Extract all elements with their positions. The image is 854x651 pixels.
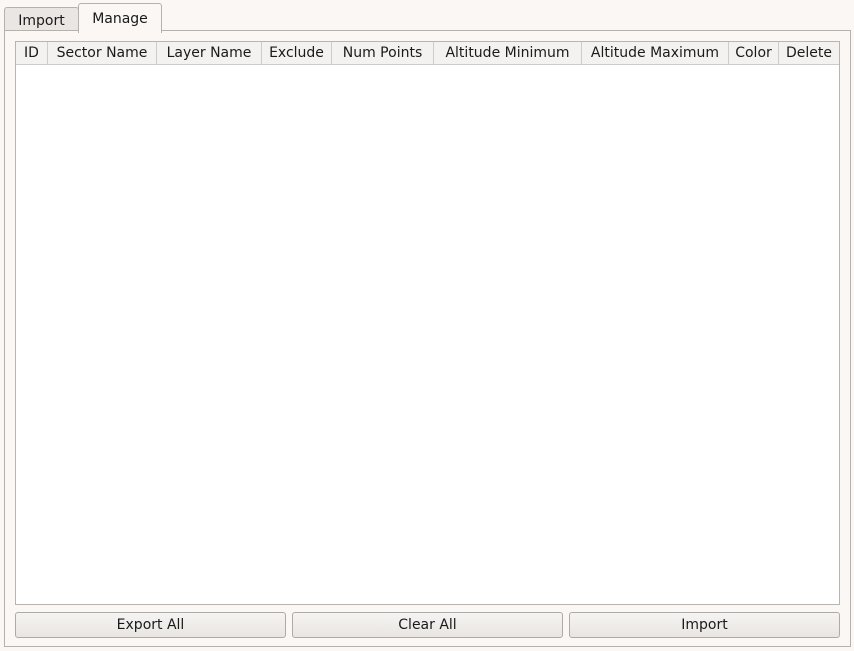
manage-panel: ID Sector Name Layer Name Exclude Num Po… (4, 30, 851, 647)
column-header-color[interactable]: Color (729, 42, 779, 64)
column-header-delete[interactable]: Delete (779, 42, 839, 64)
column-header-altitude-minimum[interactable]: Altitude Minimum (434, 42, 582, 64)
export-all-button[interactable]: Export All (15, 612, 286, 638)
manage-window: Import Manage ID Sector Name Layer Name … (0, 0, 854, 651)
table-header: ID Sector Name Layer Name Exclude Num Po… (16, 42, 839, 65)
column-header-altitude-maximum[interactable]: Altitude Maximum (582, 42, 729, 64)
tab-manage-label: Manage (92, 10, 148, 27)
tab-import-label: Import (18, 12, 65, 29)
column-header-exclude[interactable]: Exclude (262, 42, 332, 64)
column-header-num-points[interactable]: Num Points (332, 42, 434, 64)
import-button[interactable]: Import (569, 612, 840, 638)
column-header-id[interactable]: ID (16, 42, 48, 64)
column-header-sector-name[interactable]: Sector Name (48, 42, 157, 64)
sectors-table[interactable]: ID Sector Name Layer Name Exclude Num Po… (15, 41, 840, 605)
button-row: Export All Clear All Import (15, 612, 841, 638)
clear-all-button[interactable]: Clear All (292, 612, 563, 638)
tab-manage[interactable]: Manage (78, 3, 162, 33)
table-body[interactable] (16, 65, 839, 604)
column-header-layer-name[interactable]: Layer Name (157, 42, 262, 64)
